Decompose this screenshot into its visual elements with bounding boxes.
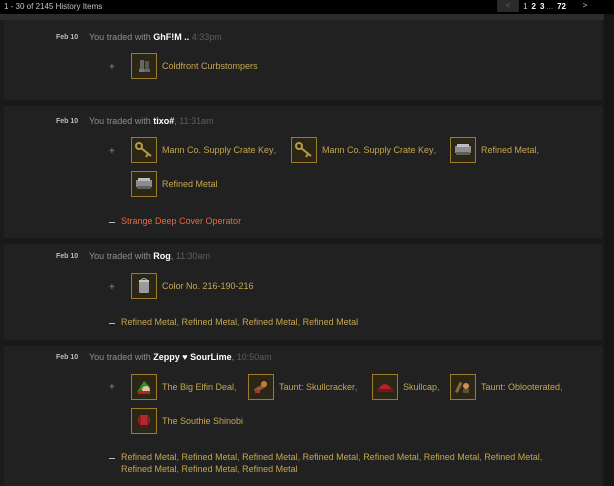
given-item-link[interactable]: Refined Metal: [182, 317, 238, 327]
trade-date: Feb 10: [56, 34, 79, 41]
item-name: Taunt: Oblooterated: [481, 382, 561, 392]
item-name: Mann Co. Supply Crate Key: [322, 145, 434, 155]
trade-date: Feb 10: [56, 253, 79, 260]
received-plus-icon: +: [109, 62, 115, 73]
item-comma: ,: [560, 382, 563, 392]
paint-can-icon: [131, 273, 157, 299]
received-item[interactable]: Taunt: Oblooterated,: [450, 374, 563, 400]
given-item-link[interactable]: Refined Metal: [363, 452, 419, 462]
given-item-link[interactable]: Refined Metal: [303, 317, 359, 327]
trade-entry: [4, 346, 602, 486]
item-name: The Big Elfin Deal: [162, 382, 235, 392]
metal-icon: [131, 171, 157, 197]
trade-time: 11:31am: [179, 116, 214, 126]
received-plus-icon: +: [109, 382, 115, 393]
trade-partner-link[interactable]: GhF!M ..: [153, 32, 189, 42]
history-top-bar: 1 - 30 of 2145 History Items < 1 2 3 ...…: [0, 0, 614, 14]
trade-date: Feb 10: [56, 354, 79, 361]
page-link-3[interactable]: 3: [540, 2, 544, 11]
trade-header: You traded with GhF!M .. 4:33pm: [89, 32, 222, 42]
metal-icon: [450, 137, 476, 163]
given-items-line: Refined Metal, Refined Metal, Refined Me…: [121, 464, 298, 474]
page-link-72[interactable]: 72: [557, 2, 566, 11]
given-item-link[interactable]: Refined Metal: [242, 317, 298, 327]
given-item-link[interactable]: Refined Metal: [484, 452, 540, 462]
trade-time: 11:30am: [175, 251, 211, 261]
item-comma: ,: [536, 145, 540, 155]
trade-partner-link[interactable]: Rog: [153, 251, 171, 261]
trade-header: You traded with Zeppy ♥ SourLime, 10:50a…: [89, 352, 272, 362]
received-plus-icon: +: [109, 146, 115, 157]
received-item[interactable]: Refined Metal,: [450, 137, 539, 163]
pagination: < 1 2 3 ... 72 >: [497, 0, 596, 12]
page-link-1[interactable]: 1: [523, 2, 527, 11]
given-item-link[interactable]: Refined Metal: [121, 464, 177, 474]
taunt-icon: [248, 374, 274, 400]
given-item-link[interactable]: Refined Metal: [303, 452, 359, 462]
item-comma: ,: [437, 382, 440, 392]
given-items-line: Refined Metal, Refined Metal, Refined Me…: [121, 452, 543, 462]
trade-prefix: You traded with: [89, 116, 154, 126]
given-item-link[interactable]: Refined Metal: [121, 452, 177, 462]
given-minus-icon: [109, 458, 115, 459]
trade-time: 4:33pm: [191, 32, 222, 42]
trade-header: You traded with tixo#, 11:31am: [89, 116, 214, 126]
trade-header: You traded with Rog, 11:30am: [89, 251, 211, 261]
item-name: Mann Co. Supply Crate Key: [162, 145, 274, 155]
trade-prefix: You traded with: [89, 32, 154, 42]
item-comma: ,: [355, 382, 358, 392]
boots-icon: [131, 53, 157, 79]
given-item-link[interactable]: Refined Metal: [182, 452, 238, 462]
item-comma: ,: [234, 382, 237, 392]
prev-page-button[interactable]: <: [497, 0, 520, 12]
given-minus-icon: [109, 323, 115, 324]
scrollbar-track[interactable]: [604, 14, 614, 486]
received-item[interactable]: The Southie Shinobi: [131, 408, 243, 434]
received-item[interactable]: Refined Metal: [131, 171, 218, 197]
given-item-link[interactable]: Refined Metal: [242, 464, 298, 474]
received-item[interactable]: Coldfront Curbstompers: [131, 53, 258, 79]
received-item[interactable]: The Big Elfin Deal,: [131, 374, 237, 400]
received-item[interactable]: Mann Co. Supply Crate Key,: [131, 137, 276, 163]
item-name: The Southie Shinobi: [162, 416, 244, 426]
trade-partner-link[interactable]: tixo#: [153, 116, 174, 126]
trade-partner-link[interactable]: Zeppy ♥ SourLime: [153, 352, 231, 362]
received-item[interactable]: Color No. 216-190-216: [131, 273, 254, 299]
given-item-link[interactable]: Refined Metal: [121, 317, 177, 327]
received-item[interactable]: Skullcap,: [372, 374, 440, 400]
given-items-line: Refined Metal, Refined Metal, Refined Me…: [121, 317, 359, 327]
item-name: Color No. 216-190-216: [162, 281, 254, 291]
item-name: Taunt: Skullcracker: [279, 382, 356, 392]
item-name: Refined Metal: [481, 145, 537, 155]
ninja-outfit-icon: [131, 408, 157, 434]
item-comma: ,: [433, 145, 437, 155]
received-plus-icon: +: [109, 282, 115, 293]
trade-prefix: You traded with: [89, 352, 154, 362]
given-item-link[interactable]: Refined Metal: [424, 452, 480, 462]
trade-time: 10:50am: [236, 352, 272, 362]
received-item[interactable]: Mann Co. Supply Crate Key,: [291, 137, 436, 163]
item-name: Refined Metal: [162, 179, 218, 189]
item-name: Skullcap: [403, 382, 438, 392]
cap-icon: [372, 374, 398, 400]
page-ellipsis: ...: [546, 1, 554, 11]
key-icon: [131, 137, 157, 163]
given-minus-icon: [109, 222, 115, 223]
given-item-link[interactable]: Refined Metal: [242, 452, 298, 462]
elf-hat-icon: [131, 374, 157, 400]
trade-date: Feb 10: [56, 118, 79, 125]
item-comma: ,: [273, 145, 277, 155]
next-page-button[interactable]: >: [574, 0, 596, 12]
given-item-link[interactable]: Refined Metal: [182, 464, 238, 474]
taunt-icon: [450, 374, 476, 400]
page-link-2[interactable]: 2: [532, 2, 536, 11]
item-name: Coldfront Curbstompers: [162, 61, 258, 71]
key-icon: [291, 137, 317, 163]
trade-prefix: You traded with: [89, 251, 154, 261]
received-item[interactable]: Taunt: Skullcracker,: [248, 374, 358, 400]
history-range-text: 1 - 30 of 2145 History Items: [4, 2, 103, 11]
given-item-link[interactable]: Strange Deep Cover Operator: [121, 216, 241, 226]
